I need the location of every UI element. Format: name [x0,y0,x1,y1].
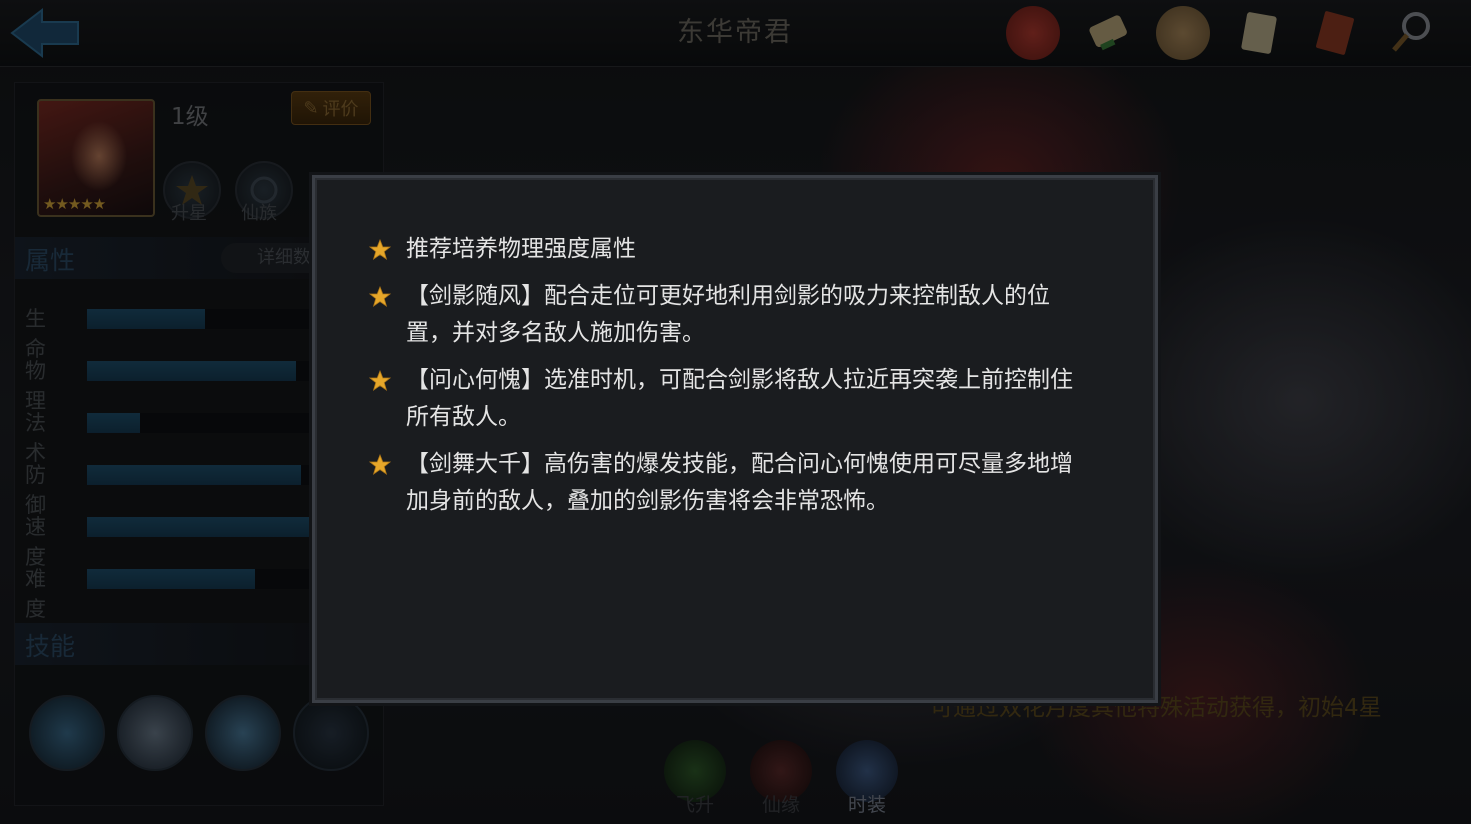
star-icon [369,454,391,475]
tip-text: 【剑舞大千】高伤害的爆发技能，配合问心何愧使用可尽量多地增加身前的敌人，叠加的剑… [406,451,1073,514]
tip-text: 【问心何愧】选准时机，可配合剑影将敌人拉近再突袭上前控制住所有敌人。 [406,367,1073,430]
tip-text: 推荐培养物理强度属性 [406,236,636,262]
hero-tips-modal: 推荐培养物理强度属性 【剑影随风】配合走位可更好地利用剑影的吸力来控制敌人的位置… [312,175,1158,703]
star-icon [369,370,391,391]
star-icon [369,286,391,307]
tip-text: 【剑影随风】配合走位可更好地利用剑影的吸力来控制敌人的位置，并对多名敌人施加伤害… [406,283,1050,346]
star-icon [369,239,391,260]
